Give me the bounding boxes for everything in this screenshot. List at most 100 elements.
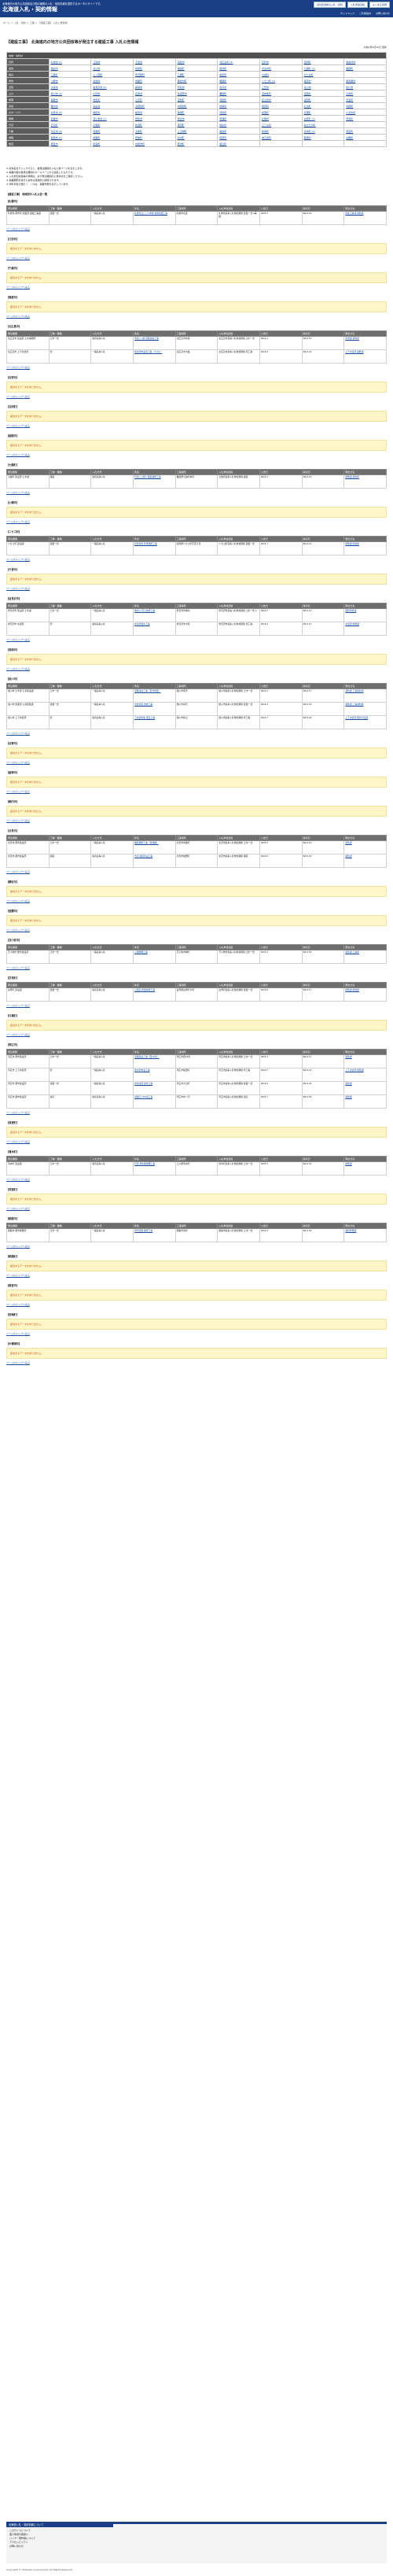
go-top-link[interactable]: ページのトップへ戻る (6, 587, 387, 590)
go-top-link[interactable]: ページのトップへ戻る (6, 1332, 387, 1335)
municipality-link[interactable]: 奥尻町 (219, 73, 226, 76)
contact-link[interactable]: 契約課 (345, 1096, 351, 1099)
breadcrumb[interactable]: ホーム ＞ 入札・契約 ＞ 工事 ＞ 【建設工事】 入札公告情報 (3, 21, 68, 24)
municipality-link[interactable]: 様似町 (219, 124, 226, 127)
municipality-link[interactable]: 芽室町 (346, 130, 353, 133)
tender-title-link[interactable]: 水道管更新工事 (134, 623, 150, 626)
municipality-link[interactable]: 白老町 (1) (304, 117, 315, 120)
municipality-link[interactable]: 鷹栖町 (219, 92, 226, 95)
municipality-link[interactable]: 登別市 (135, 117, 142, 120)
tender-title-link[interactable]: 市道 舗装新設工事 (134, 855, 152, 858)
contact-link[interactable]: 契約課 工事係 (345, 951, 359, 954)
municipality-link[interactable]: 羅臼町 (219, 142, 226, 146)
municipality-link[interactable]: 豊浦町 (219, 117, 226, 120)
go-top-link[interactable]: ページのトップへ戻る (6, 1140, 387, 1143)
tender-title-link[interactable]: 配水管布設工事 (134, 1069, 150, 1072)
go-top-link[interactable]: ページのトップへ戻る (6, 1361, 387, 1364)
go-top-link[interactable]: ページのトップへ戻る (6, 1207, 387, 1210)
municipality-link[interactable]: 千歳市 (135, 61, 142, 64)
municipality-link[interactable]: 斜里町 (262, 111, 269, 114)
go-top-link[interactable]: ページのトップへ戻る (6, 1245, 387, 1248)
municipality-link[interactable]: 天塩町 (346, 98, 353, 101)
municipality-link[interactable]: 白糠町 (346, 136, 353, 139)
municipality-link[interactable]: 中頓別町 (178, 105, 187, 108)
go-top-link[interactable]: ページのトップへ戻る (6, 453, 387, 456)
tender-title-link[interactable]: 道路改良工事（西16条） (134, 1056, 160, 1059)
municipality-link[interactable]: 豊富町 (262, 105, 269, 108)
tender-title-link[interactable]: 街路灯 LED化工事 (134, 1096, 152, 1099)
go-top-link[interactable]: ページのトップへ戻る (6, 227, 387, 231)
municipality-link[interactable]: 標津町 (178, 142, 185, 146)
contact-link[interactable]: 契約課 工事契約係 (345, 690, 363, 693)
municipality-link[interactable]: 枝幸町 (219, 105, 226, 108)
go-top-link[interactable]: ページのトップへ戻る (6, 899, 387, 902)
go-top-link[interactable]: ページのトップへ戻る (6, 1178, 387, 1181)
footer-link[interactable]: お問い合わせ (9, 2545, 384, 2548)
site-title[interactable]: 北海道入札・契約情報 (2, 6, 57, 13)
municipality-link[interactable]: 小清水町 (346, 111, 355, 114)
municipality-link[interactable]: 網走市 (93, 111, 100, 114)
contact-link[interactable]: 契約管理課 (345, 1230, 356, 1233)
municipality-link[interactable]: 利尻町 (346, 105, 353, 108)
municipality-link[interactable]: 北見市 (2) (51, 111, 62, 114)
municipality-link[interactable]: 江差町 (51, 73, 58, 76)
municipality-link[interactable]: 平取町 (93, 124, 100, 127)
municipality-link[interactable]: 弟子屈町 (262, 136, 271, 139)
municipality-link[interactable]: 釧路町 (93, 136, 100, 139)
tender-title-link[interactable]: 市営住宅 改修工事 (134, 703, 152, 707)
contact-link[interactable]: 建築工事課 契約係 (345, 212, 363, 216)
contact-link[interactable]: 上下水道部 業務課 (345, 351, 363, 354)
municipality-link[interactable]: 紋別市 (135, 111, 142, 114)
municipality-link[interactable]: 厚沢部町 (135, 73, 145, 76)
municipality-link[interactable]: 小樽市 (51, 79, 58, 83)
municipality-link[interactable]: 新冠町 (135, 124, 142, 127)
municipality-link[interactable]: 美幌町 (178, 111, 185, 114)
go-top-link[interactable]: ページのトップへ戻る (6, 424, 387, 427)
municipality-link[interactable]: 留萌市 (51, 98, 58, 101)
municipality-link[interactable]: 木古内町 (262, 67, 271, 70)
municipality-link[interactable]: 赤平市 (219, 86, 226, 89)
municipality-link[interactable]: 石狩市 (262, 61, 269, 64)
municipality-link[interactable]: 知内町 (219, 67, 226, 70)
municipality-link[interactable]: 音更町 (93, 130, 100, 133)
go-top-link[interactable]: ページのトップへ戻る (6, 870, 387, 873)
municipality-link[interactable]: 日高町 (51, 124, 58, 127)
municipality-link[interactable]: 中標津町 (135, 142, 145, 146)
tender-title-link[interactable]: 町営住宅 外壁改修工事 (134, 543, 157, 546)
municipality-link[interactable]: 稚内市 (51, 105, 58, 108)
municipality-link[interactable]: 砂川市 (346, 86, 353, 89)
tender-title-link[interactable]: 橋梁補修工事（常盤橋） (134, 842, 159, 845)
municipality-link[interactable]: 名寄市 (135, 92, 142, 95)
municipality-link[interactable]: 今金町 (262, 73, 269, 76)
municipality-link[interactable]: 壮瞥町 (262, 117, 269, 120)
tender-title-link[interactable]: 公民館 屋根改修工事 (134, 989, 155, 992)
municipality-link[interactable]: 新得町 (262, 130, 269, 133)
municipality-link[interactable]: 猿払村 (93, 105, 100, 108)
municipality-link[interactable]: 士幌町 (135, 130, 142, 133)
municipality-link[interactable]: 上ノ国町 (93, 73, 102, 76)
municipality-link[interactable]: 苫小牧市 (1) (93, 117, 106, 120)
municipality-link[interactable]: 増毛町 (93, 98, 100, 101)
municipality-link[interactable]: 乙部町 (178, 73, 185, 76)
tender-title-link[interactable]: 市営住宅 建替工事 (134, 1083, 152, 1086)
municipality-link[interactable]: 遠別町 (304, 98, 311, 101)
municipality-link[interactable]: 北広島市 (2) (219, 61, 233, 64)
municipality-link[interactable]: 伊達市 (178, 117, 185, 120)
go-top-link[interactable]: ページのトップへ戻る (6, 256, 387, 260)
contact-link[interactable]: 総務課 契約係 (345, 476, 359, 479)
municipality-link[interactable]: 富良野市 (178, 92, 187, 95)
contact-link[interactable]: 上下水道部 総務課 (345, 1069, 363, 1072)
go-top-link[interactable]: ページのトップへ戻る (6, 638, 387, 641)
tender-title-link[interactable]: 幌向川 河川改修工事 (134, 610, 155, 613)
contact-link[interactable]: 総務課 財政係 (345, 989, 359, 992)
municipality-link[interactable]: 羽幌町 (219, 98, 226, 101)
go-top-link[interactable]: ページのトップへ戻る (6, 732, 387, 735)
municipality-link[interactable]: 芦別市 (178, 86, 185, 89)
municipality-link[interactable]: 根室市 (51, 142, 58, 146)
go-top-link[interactable]: ページのトップへ戻る (6, 491, 387, 494)
municipality-link[interactable]: 浦河町 (178, 124, 185, 127)
municipality-link[interactable]: 北斗市 (93, 67, 100, 70)
municipality-link[interactable]: 釧路市 (1) (51, 136, 62, 139)
municipality-link[interactable]: 津別町 (219, 111, 226, 114)
municipality-link[interactable]: 浜頓別町 (135, 105, 145, 108)
